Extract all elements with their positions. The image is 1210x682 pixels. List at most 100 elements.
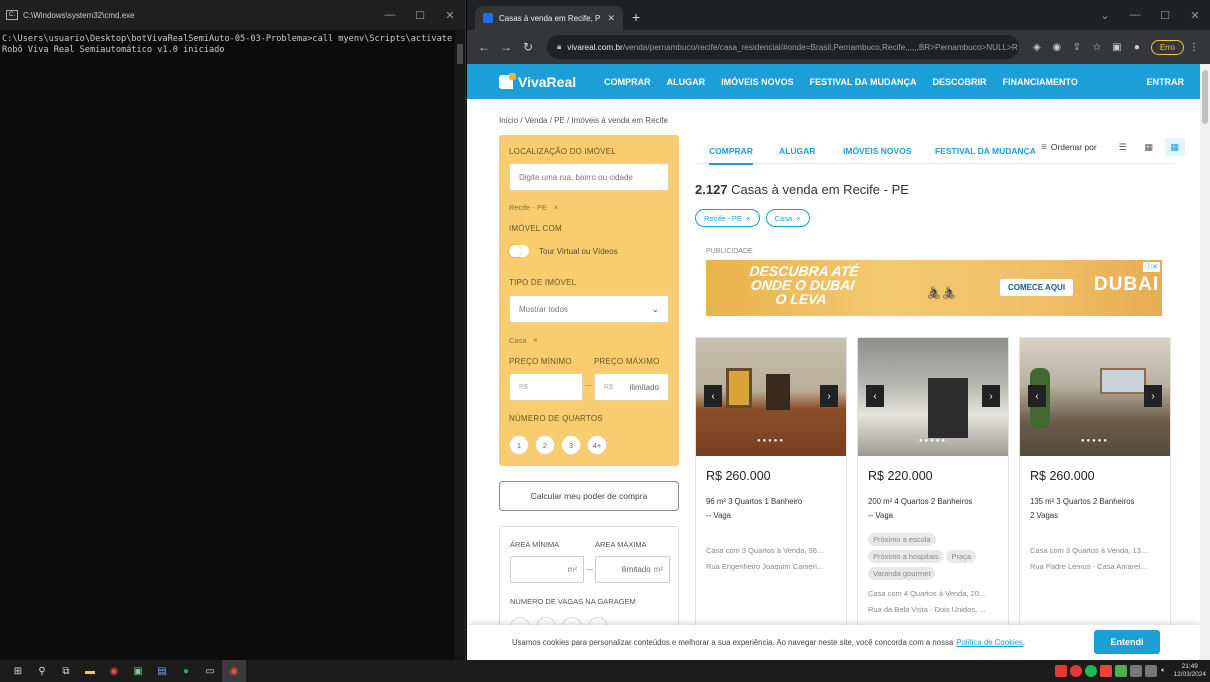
spotify-tray-icon[interactable] <box>1085 665 1098 677</box>
remove-chip-icon[interactable]: × <box>529 336 538 345</box>
tipo-chip[interactable]: Casa × <box>509 336 538 345</box>
quartos-option-2[interactable]: 2 <box>535 435 555 455</box>
remove-chip-icon[interactable]: × <box>742 214 750 223</box>
pycharm-icon[interactable]: ▣ <box>126 660 150 682</box>
terminal-icon[interactable]: ▭ <box>198 660 222 682</box>
nav-imoveis-novos[interactable]: IMÓVEIS NOVOS <box>721 77 794 87</box>
google-icon[interactable]: ◉ <box>1047 42 1067 53</box>
maximize-icon[interactable]: ☐ <box>405 0 435 30</box>
filter-chip-casa[interactable]: Casa × <box>765 209 810 227</box>
grid2-view-icon[interactable]: ▦ <box>1139 138 1159 156</box>
tray-app-icon[interactable] <box>1100 665 1113 677</box>
chevron-left-icon[interactable]: ‹ <box>1028 385 1046 407</box>
preco-min-input[interactable]: R$ <box>509 373 583 401</box>
close-icon[interactable]: ✕ <box>435 0 465 30</box>
cookie-policy-link[interactable]: Política de Cookies <box>956 638 1023 647</box>
reload-icon[interactable]: ↻ <box>517 40 539 54</box>
tray-app-icon[interactable] <box>1055 665 1068 677</box>
tab-comprar[interactable]: COMPRAR <box>709 146 753 165</box>
ad-cta-button[interactable]: COMECE AQUI <box>1000 279 1074 296</box>
cmd-scroll-thumb[interactable] <box>457 44 463 64</box>
new-tab-icon[interactable]: + <box>632 9 640 25</box>
area-min-input[interactable]: m² <box>510 556 584 583</box>
cmd-scrollbar[interactable] <box>455 30 465 660</box>
nav-financiamento[interactable]: FINANCIAMENTO <box>1003 77 1078 87</box>
nav-alugar[interactable]: ALUGAR <box>667 77 706 87</box>
volume-icon[interactable]: 🔈︎ <box>1161 667 1165 675</box>
chrome-active-icon[interactable]: ◉ <box>222 660 246 682</box>
tour-toggle[interactable] <box>509 245 529 257</box>
tab-festival[interactable]: FESTIVAL DA MUDANÇA <box>935 146 1036 156</box>
calcular-poder-compra-button[interactable]: Calcular meu poder de compra <box>499 481 679 511</box>
chevron-left-icon[interactable]: ‹ <box>704 385 722 407</box>
remove-chip-icon[interactable]: × <box>549 203 558 212</box>
tab-alugar[interactable]: ALUGAR <box>779 146 815 156</box>
cmd-window[interactable]: C: C:\Windows\system32\cmd.exe — ☐ ✕ C:\… <box>0 0 466 660</box>
entendi-button[interactable]: Entendi <box>1094 630 1160 654</box>
location-chip[interactable]: Recife - PE × <box>509 203 558 212</box>
listing-card[interactable]: ‹ › ●●●●● R$ 220.000 200 m² 4 Quartos 2 … <box>857 337 1009 660</box>
chevron-left-icon[interactable]: ‹ <box>866 385 884 407</box>
profile-icon[interactable]: ● <box>1127 42 1147 53</box>
tipo-select[interactable]: Mostrar todos ⌄ <box>509 295 669 323</box>
nav-festival[interactable]: FESTIVAL DA MUDANÇA <box>810 77 917 87</box>
preco-max-input[interactable]: R$ ilimitado <box>594 373 669 401</box>
list-view-icon[interactable]: ☰ <box>1113 138 1133 156</box>
area-max-input[interactable]: ilimitado m² <box>595 556 670 583</box>
listing-photo[interactable]: ‹ › ●●●●● <box>1020 338 1170 456</box>
site-logo[interactable]: VivaReal <box>499 72 576 90</box>
tour-toggle-row[interactable]: Tour Virtual ou Vídeos <box>509 245 618 257</box>
quartos-option-3[interactable]: 3 <box>561 435 581 455</box>
extension-icon[interactable]: ◈ <box>1027 42 1047 53</box>
page-scroll-thumb[interactable] <box>1202 70 1208 124</box>
nav-comprar[interactable]: COMPRAR <box>604 77 651 87</box>
sort-control[interactable]: ≡ Ordenar por ☰ ▦ ▦ <box>1041 138 1185 156</box>
browser-tab[interactable]: Casas à venda em Recife, PE - Vi ✕ <box>475 6 623 30</box>
quartos-option-4plus[interactable]: 4+ <box>587 435 607 455</box>
spotify-icon[interactable]: ● <box>174 660 198 682</box>
tray-app-icon[interactable] <box>1115 665 1128 677</box>
cmd-output[interactable]: C:\Users\usuario\Desktop\botVivaRealSemi… <box>0 30 465 60</box>
filter-chip-recife[interactable]: Recife - PE × <box>695 209 760 227</box>
remove-chip-icon[interactable]: × <box>792 214 800 223</box>
bookmark-star-icon[interactable]: ☆ <box>1087 42 1107 53</box>
entrar-button[interactable]: ENTRAR <box>1147 77 1185 87</box>
task-view-icon[interactable]: ⧉ <box>54 660 78 682</box>
ad-choices-icon[interactable]: ⓘ✕ <box>1143 262 1160 272</box>
location-input[interactable]: Digite uma rua, bairro ou cidade <box>509 163 669 191</box>
chevron-right-icon[interactable]: › <box>1144 385 1162 407</box>
breadcrumb[interactable]: Início / Venda / PE / Imóveis à venda em… <box>499 116 668 125</box>
chevron-right-icon[interactable]: › <box>820 385 838 407</box>
listing-card[interactable]: ‹ › ●●●●● R$ 260.000 135 m² 3 Quartos 2 … <box>1019 337 1171 660</box>
windows-start-icon[interactable]: ⊞ <box>6 660 30 682</box>
forward-icon[interactable]: → <box>495 40 517 54</box>
search-icon[interactable]: ⚲ <box>30 660 54 682</box>
chrome-icon[interactable]: ◉ <box>102 660 126 682</box>
address-bar[interactable]: 🔒︎ vivareal.com.br /venda/pernambuco/rec… <box>547 35 1019 59</box>
tab-imoveis-novos[interactable]: IMÓVEIS NOVOS <box>843 146 912 156</box>
tab-close-icon[interactable]: ✕ <box>607 13 615 24</box>
display-icon[interactable] <box>1145 665 1158 677</box>
file-explorer-icon[interactable]: ▬ <box>78 660 102 682</box>
lock-icon[interactable]: 🔒︎ <box>557 42 561 52</box>
network-icon[interactable] <box>1130 665 1143 677</box>
tray-app-icon[interactable] <box>1070 665 1083 677</box>
page-scrollbar[interactable] <box>1200 64 1210 660</box>
maximize-icon[interactable]: ☐ <box>1150 0 1180 30</box>
error-badge[interactable]: Erro <box>1150 39 1184 55</box>
sidepanel-icon[interactable]: ▣ <box>1107 42 1127 53</box>
listing-photo[interactable]: ‹ › ●●●●● <box>696 338 846 456</box>
listing-card[interactable]: ‹ › ●●●●● R$ 260.000 96 m² 3 Quartos 1 B… <box>695 337 847 660</box>
quartos-option-1[interactable]: 1 <box>509 435 529 455</box>
nav-descobrir[interactable]: DESCOBRIR <box>932 77 986 87</box>
calculator-icon[interactable]: ▤ <box>150 660 174 682</box>
back-icon[interactable]: ← <box>473 40 495 54</box>
share-icon[interactable]: ⇪ <box>1067 42 1087 53</box>
close-icon[interactable]: ✕ <box>1180 0 1210 30</box>
chevron-right-icon[interactable]: › <box>982 385 1000 407</box>
chevron-down-icon[interactable]: ⌄ <box>1090 0 1120 30</box>
grid3-view-icon[interactable]: ▦ <box>1164 138 1185 156</box>
clock[interactable]: 21:49 12/03/2024 <box>1173 663 1206 679</box>
minimize-icon[interactable]: — <box>1120 0 1150 30</box>
listing-photo[interactable]: ‹ › ●●●●● <box>858 338 1008 456</box>
